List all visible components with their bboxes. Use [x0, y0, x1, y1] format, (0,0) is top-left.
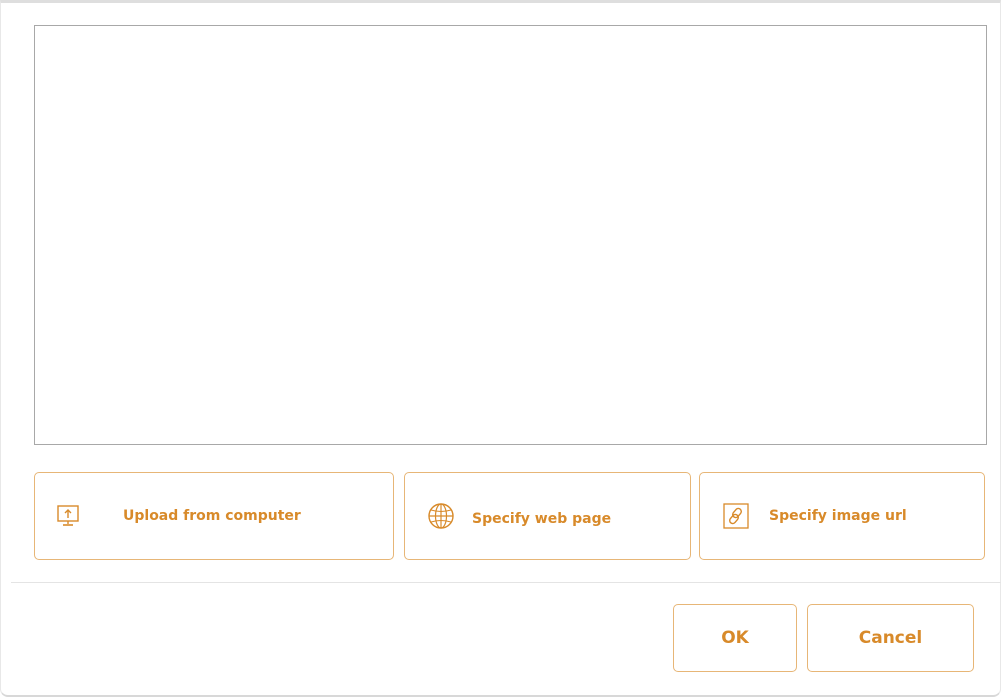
image-preview-area	[34, 25, 987, 445]
specify-web-page-label: Specify web page	[472, 511, 612, 527]
globe-icon	[426, 501, 456, 531]
ok-button[interactable]: OK	[673, 604, 797, 672]
specify-image-url-button[interactable]: Specify image url	[699, 472, 985, 560]
upload-from-computer-button[interactable]: Upload from computer	[34, 472, 394, 560]
cancel-button[interactable]: Cancel	[807, 604, 974, 672]
upload-monitor-icon	[53, 501, 83, 531]
specify-image-url-label: Specify image url	[769, 508, 907, 524]
link-icon	[721, 501, 751, 531]
specify-web-page-button[interactable]: Specify web page	[404, 472, 691, 560]
footer-divider	[11, 582, 1001, 583]
upload-from-computer-label: Upload from computer	[123, 508, 301, 524]
image-dialog: Upload from computer Specify web page Sp…	[0, 0, 1001, 697]
